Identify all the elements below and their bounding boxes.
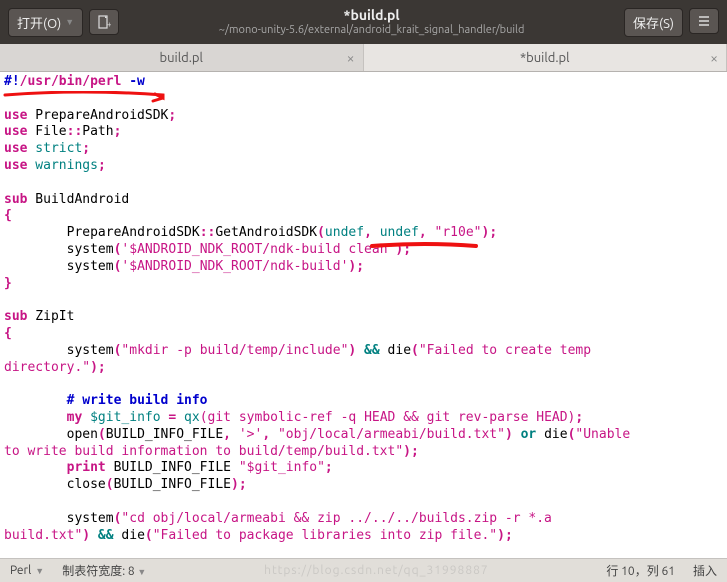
cursor-position: 行 10，列 61	[606, 562, 675, 579]
status-bar: Perl ▼ 制表符宽度: 8 ▼ https://blog.csdn.net/…	[0, 558, 727, 582]
new-document-icon: +	[97, 15, 111, 29]
close-icon[interactable]: ×	[347, 50, 355, 66]
open-button[interactable]: 打开(O) ▼	[8, 8, 83, 37]
menu-button[interactable]	[689, 8, 719, 34]
chevron-down-icon: ▼	[65, 17, 74, 27]
annotation-underline-2	[370, 242, 480, 252]
shebang-hash: #!	[4, 74, 20, 89]
shebang-path: /usr/bin/perl	[20, 74, 122, 89]
window-path: ~/mono-unity-5.6/external/android_krait_…	[119, 24, 624, 37]
tab-bar: build.pl × *build.pl ×	[0, 44, 727, 72]
annotation-underline-1	[3, 91, 173, 103]
language-selector[interactable]: Perl ▼	[10, 564, 44, 577]
insert-mode[interactable]: 插入	[693, 562, 717, 579]
open-label: 打开(O)	[17, 13, 61, 32]
save-button[interactable]: 保存(S)	[624, 8, 683, 37]
tab-label: build.pl	[160, 51, 203, 65]
svg-text:+: +	[107, 20, 111, 29]
tab-label: *build.pl	[520, 51, 570, 65]
chevron-down-icon: ▼	[35, 566, 44, 576]
tab-width-selector[interactable]: 制表符宽度: 8 ▼	[62, 562, 146, 579]
window-title: *build.pl	[119, 7, 624, 24]
titlebar: 打开(O) ▼ + *build.pl ~/mono-unity-5.6/ext…	[0, 0, 727, 44]
new-document-button[interactable]: +	[89, 9, 119, 35]
chevron-down-icon: ▼	[137, 567, 146, 577]
code-editor[interactable]: #!/usr/bin/perl -w use PrepareAndroidSDK…	[0, 72, 727, 558]
tab-build-pl[interactable]: build.pl ×	[0, 44, 364, 71]
hamburger-icon	[697, 14, 711, 28]
watermark: https://blog.csdn.net/qq_31998887	[264, 564, 489, 577]
close-icon[interactable]: ×	[710, 50, 718, 66]
shebang-flag: -w	[121, 74, 144, 89]
tab-build-pl-modified[interactable]: *build.pl ×	[364, 44, 727, 71]
